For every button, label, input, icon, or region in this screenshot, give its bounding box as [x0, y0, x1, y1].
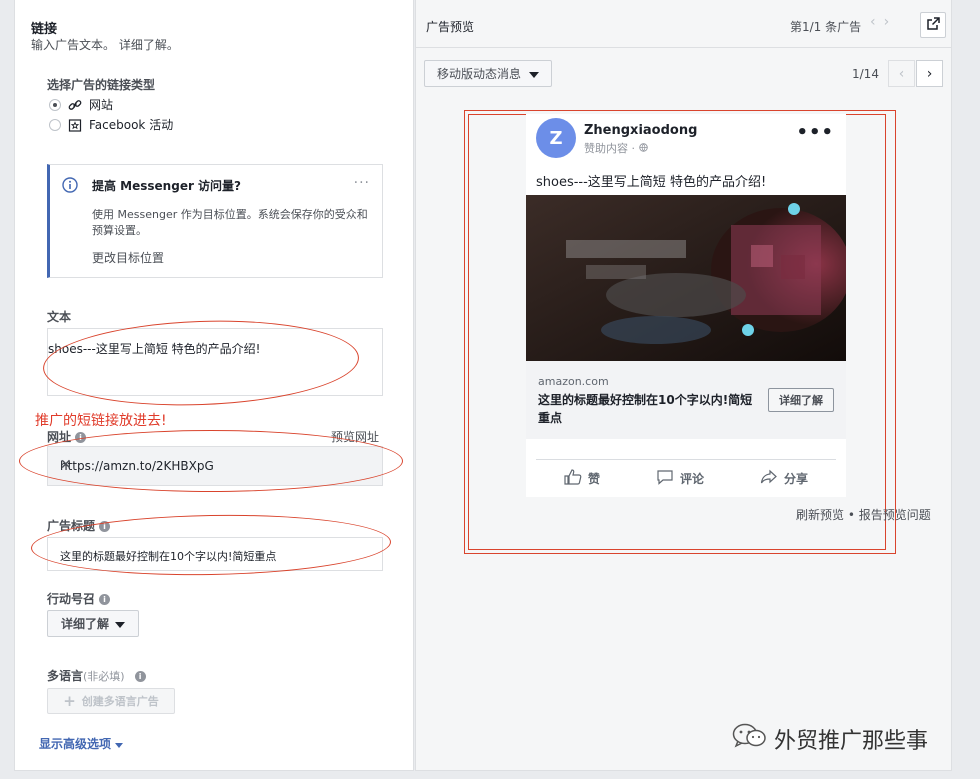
ad-count: 第1/1 条广告: [790, 20, 862, 34]
comment-button[interactable]: 评论: [656, 469, 704, 488]
globe-icon: [638, 142, 648, 155]
comment-icon: [656, 469, 674, 488]
next-placement-button[interactable]: ›: [916, 60, 943, 87]
headline-input[interactable]: 这里的标题最好控制在10个字以内!简短重点: [47, 537, 383, 571]
headline-label-text: 广告标题: [47, 519, 96, 533]
sponsored-label: 赞助内容 ·: [584, 140, 648, 156]
comment-label: 评论: [679, 472, 704, 486]
link-type-event[interactable]: Facebook 活动: [49, 116, 173, 133]
link-type-label: 选择广告的链接类型: [47, 78, 156, 92]
multilang-label: 多语言(非必填) i: [47, 667, 146, 684]
text-label: 文本: [47, 310, 72, 324]
page-indicator: 1/14: [852, 67, 879, 81]
link-type-website[interactable]: 网站: [49, 96, 113, 113]
caret-down-icon: [115, 737, 124, 751]
sponsored-text: 赞助内容 ·: [584, 142, 639, 155]
more-options-icon[interactable]: •••: [796, 122, 834, 143]
chevron-right-icon: ›: [926, 65, 933, 82]
page-name[interactable]: Zhengxiaodong: [584, 123, 697, 138]
chevron-right-icon[interactable]: ›: [884, 14, 898, 30]
preview-url-link[interactable]: 预览网址: [331, 428, 379, 445]
event-radio[interactable]: [49, 118, 61, 131]
share-button[interactable]: 分享: [760, 469, 808, 488]
placement-value: 移动版动态消息: [436, 67, 521, 81]
change-destination-link[interactable]: 更改目标位置: [92, 249, 164, 266]
like-label: 赞: [587, 472, 600, 486]
show-advanced-link[interactable]: 显示高级选项: [39, 735, 124, 752]
url-input[interactable]: https://amzn.to/2KHBXpG ✕: [47, 446, 383, 486]
ad-headline: 这里的标题最好控制在10个字以内!简短重点: [538, 393, 753, 425]
website-label: 网站: [89, 98, 114, 112]
ad-nav: ‹›: [870, 14, 897, 30]
refresh-preview-link[interactable]: 刷新预览 • 报告预览问题: [796, 506, 931, 523]
watermark-text: 外贸推广那些事: [774, 729, 929, 754]
multilang-label-text: 多语言: [47, 669, 84, 683]
cta-dropdown[interactable]: 详细了解: [47, 610, 139, 637]
preview-title: 广告预览: [426, 20, 475, 34]
cta-info-icon[interactable]: i: [99, 594, 111, 605]
ad-text-value: shoes---这里写上简短 特色的产品介绍!: [48, 342, 261, 356]
section-title: 链接: [31, 22, 58, 37]
caret-down-icon: [115, 617, 125, 631]
annotation-text: 推广的短链接放进去!: [35, 413, 167, 429]
section-subtitle: 输入广告文本。 详细了解。: [31, 36, 179, 53]
multilang-info-icon[interactable]: i: [134, 671, 146, 682]
chevron-left-icon: ‹: [898, 65, 905, 82]
ad-text-input[interactable]: shoes---这里写上简短 特色的产品介绍!: [47, 328, 383, 396]
event-label: Facebook 活动: [89, 118, 174, 132]
headline-label: 广告标题 i: [47, 517, 111, 534]
external-link-icon: [926, 17, 940, 33]
ad-domain: amazon.com: [538, 375, 609, 388]
ad-primary-text: shoes---这里写上简短 特色的产品介绍!: [536, 175, 767, 190]
share-icon: [760, 469, 778, 488]
advanced-label: 显示高级选项: [39, 737, 112, 751]
more-options-icon[interactable]: ···: [354, 175, 370, 191]
info-icon: [62, 177, 78, 196]
chevron-left-icon[interactable]: ‹: [870, 14, 884, 30]
post-actions: 赞 评论 分享: [536, 459, 836, 497]
cta-value: 详细了解: [60, 617, 109, 631]
avatar: Z: [536, 118, 576, 158]
ad-cta-button[interactable]: 详细了解: [768, 388, 834, 412]
thumbs-up-icon: [564, 469, 582, 488]
preview-header: 广告预览 第1/1 条广告 ‹›: [416, 0, 951, 48]
watermark: 外贸推广那些事: [732, 723, 928, 755]
cta-label-text: 行动号召: [47, 592, 96, 606]
create-multilang-button[interactable]: + 创建多语言广告: [47, 688, 175, 714]
clear-icon[interactable]: ✕: [60, 457, 372, 473]
event-icon: [67, 117, 83, 133]
multilang-button-label: 创建多语言广告: [81, 695, 159, 708]
info-title: 提高 Messenger 访问量?: [92, 179, 242, 193]
share-label: 分享: [783, 472, 808, 486]
url-label: 网址 i: [47, 428, 87, 445]
info-body: 使用 Messenger 作为目标位置。系统会保存你的受众和预算设置。: [92, 208, 368, 237]
prev-placement-button[interactable]: ‹: [888, 60, 915, 87]
placement-dropdown[interactable]: 移动版动态消息: [424, 60, 552, 87]
url-info-icon[interactable]: i: [75, 432, 87, 443]
headline-info-icon[interactable]: i: [99, 521, 111, 532]
link-icon: [67, 97, 83, 113]
caret-down-icon: [529, 67, 539, 81]
wechat-icon: [732, 723, 766, 755]
ad-creative-panel: 链接 输入广告文本。 详细了解。 选择广告的链接类型 网站 Facebook 活…: [14, 0, 414, 771]
ad-preview-panel: 广告预览 第1/1 条广告 ‹› 移动版动态消息 1/14 ‹ › Z Zhen…: [415, 0, 952, 771]
messenger-info-box: 提高 Messenger 访问量? 使用 Messenger 作为目标位置。系统…: [47, 164, 383, 278]
like-button[interactable]: 赞: [564, 469, 600, 488]
url-label-text: 网址: [47, 430, 72, 444]
ad-link-section[interactable]: amazon.com 这里的标题最好控制在10个字以内!简短重点 详细了解: [526, 361, 846, 439]
ad-preview-card: Z Zhengxiaodong 赞助内容 · ••• shoes---这里写上简…: [526, 114, 846, 497]
plus-icon: +: [63, 692, 76, 710]
ad-image[interactable]: [526, 195, 846, 361]
cta-label: 行动号召 i: [47, 590, 111, 607]
open-external-button[interactable]: [920, 12, 946, 38]
section-subtitle-text: 输入广告文本。: [31, 38, 116, 52]
website-radio[interactable]: [49, 98, 61, 111]
headline-value: 这里的标题最好控制在10个字以内!简短重点: [60, 550, 277, 563]
learn-more-link[interactable]: 详细了解。: [119, 38, 179, 52]
multilang-optional: (非必填): [83, 670, 125, 683]
